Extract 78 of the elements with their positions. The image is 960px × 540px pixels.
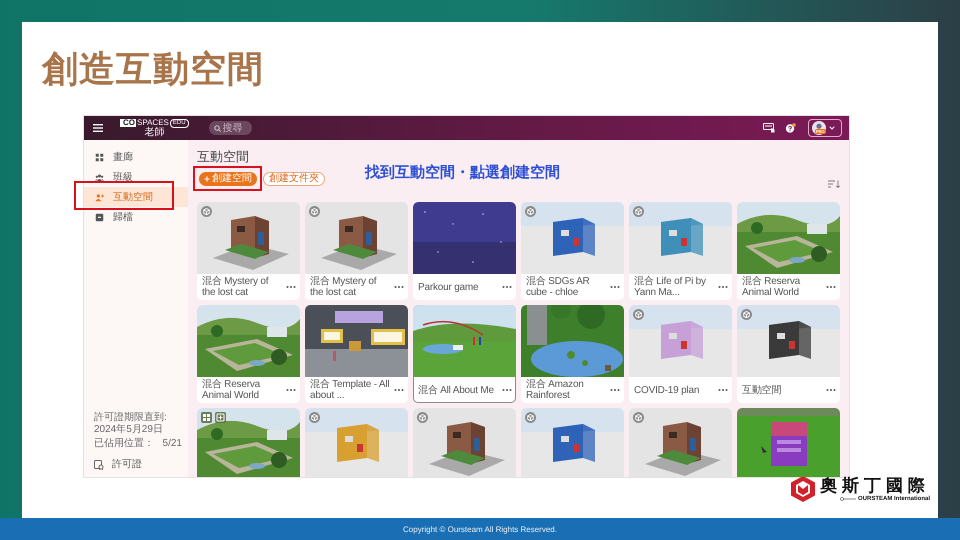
brand-name: 奧斯丁國際 bbox=[820, 476, 930, 494]
role-label: 老師 bbox=[144, 128, 164, 138]
chevron-down-icon bbox=[829, 126, 835, 130]
card-title: 混合 Amazon Rainforest bbox=[526, 379, 585, 401]
space-card[interactable]: 混合 Reserva Animal World bbox=[737, 202, 840, 300]
more-icon[interactable] bbox=[718, 285, 728, 289]
archive-icon bbox=[95, 212, 104, 222]
space-card[interactable]: 混合 Reserva Animal World bbox=[197, 305, 300, 403]
certificate-icon bbox=[94, 460, 104, 470]
page-title: 互動空間 bbox=[197, 149, 250, 164]
space-card[interactable]: 混合 SDGs AR cube - chloe bbox=[521, 202, 624, 300]
cube-icon bbox=[741, 309, 752, 320]
space-card[interactable]: Parkour game bbox=[413, 202, 516, 300]
sidebar-item[interactable]: 歸檔 bbox=[84, 207, 188, 227]
more-icon[interactable] bbox=[394, 388, 404, 392]
cube-icon bbox=[309, 206, 320, 217]
more-icon[interactable] bbox=[286, 285, 296, 289]
card-title: COVID-19 plan bbox=[634, 384, 700, 396]
slide-title: 創造互動空間 bbox=[42, 47, 265, 91]
tagline-rule-icon bbox=[840, 496, 856, 500]
card-title: 混合 Reserva Animal World bbox=[202, 379, 262, 401]
card-title: 混合 Mystery of the lost cat bbox=[310, 276, 378, 298]
screen-icon[interactable] bbox=[763, 123, 775, 133]
space-card[interactable]: 混合 Template - All about ... bbox=[305, 305, 408, 403]
logo-mark[interactable]: CO bbox=[120, 119, 136, 127]
logo-text[interactable]: SPACES bbox=[137, 119, 169, 127]
card-title: Parkour game bbox=[418, 282, 480, 292]
more-icon[interactable] bbox=[286, 388, 296, 392]
more-icon[interactable] bbox=[394, 285, 404, 289]
more-icon[interactable] bbox=[826, 388, 836, 392]
card-title: 混合 Life of Pi by Yann Ma... bbox=[634, 276, 707, 298]
space-card[interactable]: COVID-19 plan bbox=[629, 305, 732, 403]
sort-icon[interactable] bbox=[828, 180, 840, 188]
license-expiry: 許可證期限直到: 2024年5月29日 bbox=[94, 412, 168, 436]
hexagon-logo-icon bbox=[790, 475, 816, 503]
person-add-icon bbox=[95, 192, 104, 202]
sidebar-item[interactable]: 班級 bbox=[84, 167, 188, 187]
menu-icon[interactable] bbox=[93, 124, 103, 132]
cube-icon bbox=[525, 206, 536, 217]
cube-icon bbox=[201, 206, 212, 217]
more-icon[interactable] bbox=[826, 285, 836, 289]
cube-icon bbox=[633, 309, 644, 320]
license-link[interactable]: 許可證 bbox=[94, 459, 142, 471]
annotation-text: 找到互動空間・點選創建空間 bbox=[365, 162, 560, 182]
cube-icon bbox=[633, 206, 644, 217]
card-title: 混合 Template - All about ... bbox=[310, 379, 390, 401]
card-title: 混合 All About Me bbox=[418, 384, 495, 396]
space-card[interactable]: 混合 Mystery of the lost cat bbox=[197, 202, 300, 300]
search-icon bbox=[214, 124, 221, 132]
card-title: 混合 Mystery of the lost cat bbox=[202, 276, 270, 298]
cube-icon bbox=[417, 412, 428, 423]
grid-icon bbox=[95, 152, 104, 162]
copyright-text: Copyright © Oursteam All Rights Reserved. bbox=[0, 518, 960, 540]
more-icon[interactable] bbox=[718, 388, 728, 392]
seats-value: 5/21 bbox=[162, 438, 182, 450]
space-card[interactable]: 互動空間 bbox=[737, 305, 840, 403]
card-title: 互動空間 bbox=[742, 384, 782, 396]
grid-icon[interactable] bbox=[201, 412, 212, 423]
space-card[interactable]: 混合 Mystery of the lost cat bbox=[305, 202, 408, 300]
more-icon[interactable] bbox=[610, 388, 620, 392]
card-title: 混合 Reserva Animal World bbox=[742, 276, 802, 298]
cube-icon bbox=[633, 412, 644, 423]
more-icon[interactable] bbox=[610, 285, 620, 289]
space-card[interactable]: 混合 All About Me bbox=[413, 305, 516, 403]
more-icon[interactable] bbox=[502, 285, 512, 289]
cube-icon bbox=[525, 412, 536, 423]
add-icon[interactable] bbox=[215, 412, 226, 423]
space-card[interactable]: 混合 Life of Pi by Yann Ma... bbox=[629, 202, 732, 300]
seats-label: 已佔用位置： bbox=[94, 438, 154, 450]
cube-icon bbox=[309, 412, 320, 423]
people-icon bbox=[95, 172, 104, 182]
help-icon[interactable] bbox=[785, 123, 796, 133]
card-title: 混合 SDGs AR cube - chloe bbox=[526, 276, 591, 298]
more-icon[interactable] bbox=[502, 388, 512, 392]
sidebar-item[interactable]: 畫廊 bbox=[84, 147, 188, 167]
create-folder-button[interactable]: 創建文件夾 bbox=[263, 172, 325, 186]
plus-icon bbox=[204, 176, 210, 182]
space-card[interactable]: 混合 Amazon Rainforest bbox=[521, 305, 624, 403]
